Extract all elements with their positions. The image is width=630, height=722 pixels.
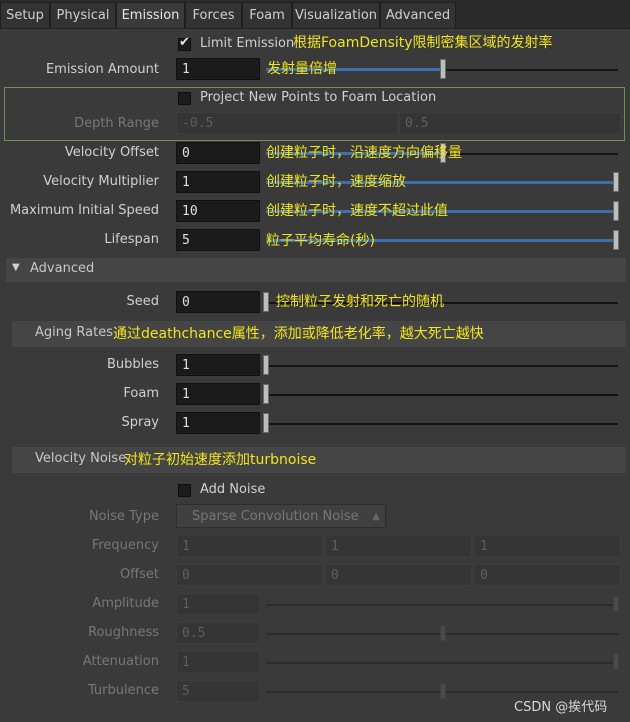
attenuation-slider-thumb[interactable] — [613, 654, 619, 670]
lifespan-field[interactable]: 5 — [176, 229, 260, 251]
offset-x-field[interactable]: 0 — [176, 564, 323, 586]
depth-range-max-field[interactable]: 0.5 — [399, 112, 621, 134]
amplitude-slider-thumb[interactable] — [613, 596, 619, 612]
watermark: CSDN @挨代码 — [514, 700, 608, 715]
lifespan-label: Lifespan — [104, 232, 159, 247]
aging-rates-note: 通过deathchance属性，添加或降低老化率，越大死亡越快 — [113, 326, 484, 342]
add-noise-label: Add Noise — [200, 482, 266, 497]
noise-type-value: Sparse Convolution Noise — [192, 509, 359, 524]
velocity-offset-label: Velocity Offset — [64, 145, 159, 160]
max-initial-speed-note: 创建粒子时，速度不超过此值 — [266, 203, 448, 219]
tab-bar: Setup Physical Emission Forces Foam Visu… — [0, 0, 630, 28]
turbulence-slider-thumb[interactable] — [440, 683, 446, 699]
bubbles-slider-track[interactable] — [266, 365, 618, 367]
frequency-y-field[interactable]: 1 — [325, 535, 472, 557]
seed-slider-thumb[interactable] — [263, 292, 269, 312]
emission-amount-slider-thumb[interactable] — [440, 59, 446, 79]
emission-amount-note: 发射量倍增 — [267, 61, 337, 77]
bubbles-slider-thumb[interactable] — [263, 355, 269, 375]
velocity-offset-field[interactable]: 0 — [176, 142, 260, 164]
velocity-multiplier-slider-thumb[interactable] — [613, 172, 619, 192]
velocity-multiplier-note: 创建粒子时，速度缩放 — [266, 174, 406, 190]
advanced-section-header[interactable]: ▼ Advanced — [6, 258, 626, 282]
project-points-label: Project New Points to Foam Location — [200, 90, 437, 105]
attenuation-field[interactable]: 1 — [176, 651, 260, 673]
tab-foam[interactable]: Foam — [242, 2, 292, 28]
foam-field[interactable]: 1 — [176, 383, 260, 405]
noise-type-label: Noise Type — [88, 509, 159, 524]
frequency-z-field[interactable]: 1 — [474, 535, 621, 557]
advanced-section-label: Advanced — [30, 261, 95, 276]
velocity-multiplier-label: Velocity Multiplier — [43, 174, 159, 189]
turbulence-field[interactable]: 5 — [176, 680, 260, 702]
emission-amount-field[interactable]: 1 — [176, 58, 260, 80]
roughness-label: Roughness — [88, 625, 159, 640]
offset-z-field[interactable]: 0 — [474, 564, 621, 586]
amplitude-label: Amplitude — [92, 596, 159, 611]
add-noise-checkbox[interactable] — [178, 484, 191, 497]
velocity-multiplier-field[interactable]: 1 — [176, 171, 260, 193]
roughness-slider-thumb[interactable] — [440, 625, 446, 641]
foam-label: Foam — [123, 386, 159, 401]
seed-note: 控制粒子发射和死亡的随机 — [276, 294, 444, 310]
lifespan-slider-thumb[interactable] — [613, 230, 619, 250]
frequency-x-field[interactable]: 1 — [176, 535, 323, 557]
attenuation-label: Attenuation — [82, 654, 159, 669]
bubbles-field[interactable]: 1 — [176, 354, 260, 376]
velocity-noise-label: Velocity Noise — [35, 451, 127, 466]
tab-forces[interactable]: Forces — [185, 2, 242, 28]
foam-slider-thumb[interactable] — [263, 384, 269, 404]
foam-slider-track[interactable] — [266, 394, 618, 396]
updown-arrow-icon: ▲ — [372, 511, 380, 522]
amplitude-field[interactable]: 1 — [176, 593, 260, 615]
emission-amount-label: Emission Amount — [45, 62, 159, 77]
spray-slider-thumb[interactable] — [263, 413, 269, 433]
limit-emission-label: Limit Emission — [200, 36, 295, 51]
tab-physical[interactable]: Physical — [50, 2, 116, 28]
lifespan-note: 粒子平均寿命(秒) — [266, 233, 375, 249]
tab-setup[interactable]: Setup — [0, 2, 50, 28]
tab-separator — [0, 28, 630, 29]
collapse-triangle-icon: ▼ — [12, 262, 20, 273]
frequency-label: Frequency — [91, 538, 159, 553]
max-initial-speed-slider-thumb[interactable] — [613, 201, 619, 221]
aging-rates-label: Aging Rates — [35, 325, 113, 340]
velocity-noise-note: 对粒子初始速度添加turbnoise — [124, 452, 317, 468]
seed-field[interactable]: 0 — [176, 291, 260, 313]
tab-emission[interactable]: Emission — [116, 2, 185, 28]
amplitude-slider-track[interactable] — [266, 604, 618, 606]
spray-field[interactable]: 1 — [176, 412, 260, 434]
depth-range-label: Depth Range — [74, 116, 159, 131]
bubbles-label: Bubbles — [106, 357, 159, 372]
max-initial-speed-label: Maximum Initial Speed — [9, 203, 159, 218]
max-initial-speed-field[interactable]: 10 — [176, 200, 260, 222]
noise-type-dropdown[interactable]: Sparse Convolution Noise ▲ — [176, 504, 386, 528]
roughness-field[interactable]: 0.5 — [176, 622, 260, 644]
limit-emission-note: 根据FoamDensity限制密集区域的发射率 — [293, 35, 553, 51]
limit-emission-checkbox[interactable] — [178, 35, 191, 51]
tab-advanced[interactable]: Advanced — [380, 2, 456, 28]
velocity-offset-note: 创建粒子时，沿速度方向偏移量 — [266, 145, 462, 161]
project-points-checkbox[interactable] — [178, 92, 191, 105]
turbulence-label: Turbulence — [87, 683, 159, 698]
spray-slider-track[interactable] — [266, 423, 618, 425]
velocity-noise-header: Velocity Noise — [12, 447, 626, 473]
spray-label: Spray — [121, 415, 159, 430]
depth-range-min-field[interactable]: -0.5 — [176, 112, 398, 134]
offset-label: Offset — [119, 567, 159, 582]
attenuation-slider-track[interactable] — [266, 662, 618, 664]
seed-label: Seed — [126, 294, 160, 309]
tab-visualization[interactable]: Visualization — [292, 2, 380, 28]
offset-y-field[interactable]: 0 — [325, 564, 472, 586]
